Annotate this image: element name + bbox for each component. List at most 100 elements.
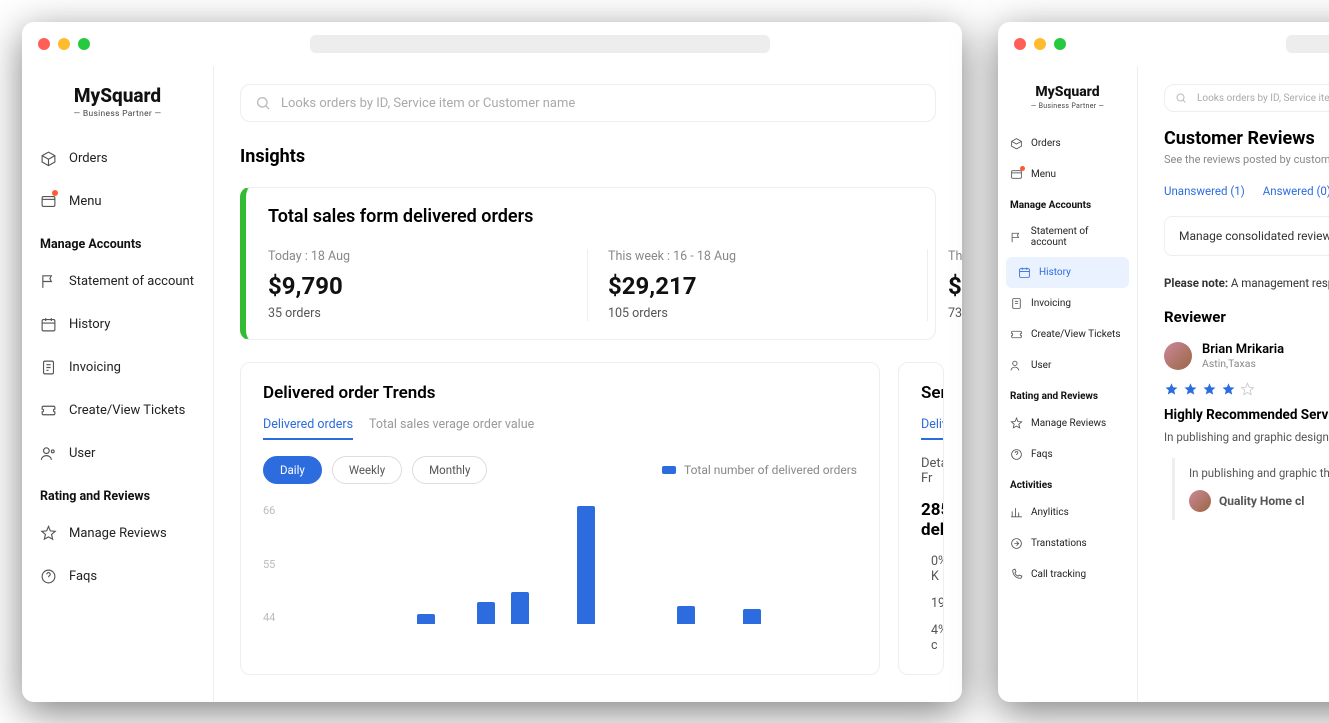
sidebar-item-manage-reviews[interactable]: Manage Reviews — [998, 408, 1137, 439]
sidebar-section-activities: Activities — [998, 470, 1137, 497]
reviewer-heading: Reviewer — [1164, 308, 1329, 326]
pct-text: 4% c — [931, 623, 944, 653]
app-window-reviews: MySquard — Business Partner — Orders Men… — [998, 22, 1329, 702]
sidebar-item-history[interactable]: History — [1006, 257, 1129, 288]
legend-label: Total number of delivered orders — [684, 463, 857, 477]
address-bar-placeholder — [310, 35, 770, 53]
nav-label: User — [69, 446, 95, 461]
sidebar-item-user[interactable]: User — [998, 350, 1137, 381]
note-text: Please note: A management resp posted ti… — [1164, 276, 1329, 290]
review-body: In publishing and graphic design, form o… — [1164, 429, 1329, 446]
service-card: Servic Delivered Details Fr 285 del 0% K… — [898, 362, 944, 675]
transfer-icon — [1010, 537, 1023, 550]
reply-author-row: Quality Home cl — [1189, 490, 1329, 512]
star-icon — [40, 525, 57, 542]
star-rating — [1164, 382, 1329, 397]
stat-sub: 105 orders — [608, 306, 907, 321]
nav-label: Orders — [1031, 138, 1061, 149]
main-content-reviews: Looks orders by ID, Service item or Cust… — [1138, 66, 1329, 702]
invoice-icon — [40, 359, 57, 376]
nav-label: Menu — [1031, 169, 1056, 180]
sidebar-item-call-tracking[interactable]: Call tracking — [998, 559, 1137, 590]
flag-icon — [1010, 231, 1023, 244]
ytick: 55 — [263, 558, 275, 571]
minimize-dot[interactable] — [1034, 38, 1046, 50]
sidebar-item-orders[interactable]: Orders — [22, 137, 213, 180]
nav-label: Invoicing — [1031, 298, 1071, 309]
tab-unanswered[interactable]: Unanswered (1) — [1164, 184, 1245, 198]
avatar — [1164, 342, 1192, 370]
range-selector: Daily Weekly Monthly — [263, 456, 487, 484]
bar — [477, 602, 495, 624]
avatar — [1189, 490, 1211, 512]
stat-label: This week : 16 - 18 Aug — [608, 249, 907, 264]
manage-reviews-box[interactable]: Manage consolidated reviews — [1164, 216, 1329, 256]
nav-label: User — [1031, 360, 1051, 371]
page-title: Insights — [240, 146, 936, 167]
close-dot[interactable] — [1014, 38, 1026, 50]
sidebar-item-tickets[interactable]: Create/View Tickets — [22, 389, 213, 432]
note-body: A management resp posted time — [1228, 276, 1329, 290]
maximize-dot[interactable] — [78, 38, 90, 50]
search-input[interactable]: Looks orders by ID, Service item or Cust… — [240, 84, 936, 122]
close-dot[interactable] — [38, 38, 50, 50]
sidebar-item-analytics[interactable]: Anylitics — [998, 497, 1137, 528]
sidebar-item-menu[interactable]: Menu — [998, 159, 1137, 190]
sidebar-item-manage-reviews[interactable]: Manage Reviews — [22, 512, 213, 555]
sidebar-item-statement[interactable]: Statement of account — [998, 217, 1137, 257]
reply-author-name: Quality Home cl — [1219, 494, 1304, 508]
sidebar-item-user[interactable]: User — [22, 432, 213, 475]
bar-chart: 66 55 44 — [263, 504, 857, 654]
sidebar-section-manage: Manage Accounts — [22, 223, 213, 260]
tab-answered[interactable]: Answered (0) — [1263, 184, 1329, 198]
page-subtitle: See the reviews posted by customer on — [1164, 153, 1329, 166]
flag-icon — [40, 273, 57, 290]
help-icon — [40, 568, 57, 585]
orders-icon — [40, 150, 57, 167]
tab-total-sales[interactable]: Total sales verage order value — [369, 417, 534, 440]
sidebar-item-tickets[interactable]: Create/View Tickets — [998, 319, 1137, 350]
bar — [577, 506, 595, 624]
nav-label: Statement of account — [69, 274, 194, 289]
sidebar-item-invoicing[interactable]: Invoicing — [22, 346, 213, 389]
stat-value: $29,217 — [608, 272, 907, 300]
sidebar-item-statement[interactable]: Statement of account — [22, 260, 213, 303]
note-label: Please note: — [1164, 276, 1228, 290]
window-controls — [1014, 38, 1066, 50]
orders-icon — [1010, 137, 1023, 150]
sidebar-item-faqs[interactable]: Faqs — [22, 555, 213, 598]
stat-label: Today : 18 Aug — [268, 249, 567, 264]
sidebar-item-faqs[interactable]: Faqs — [998, 439, 1137, 470]
search-input[interactable]: Looks orders by ID, Service item or Cust… — [1164, 84, 1329, 112]
maximize-dot[interactable] — [1054, 38, 1066, 50]
sidebar-item-invoicing[interactable]: Invoicing — [998, 288, 1137, 319]
brand: MySquard — Business Partner — — [998, 66, 1137, 120]
sidebar-item-menu[interactable]: Menu — [22, 180, 213, 223]
nav-label: History — [1039, 267, 1071, 278]
sidebar-item-transactions[interactable]: Transtations — [998, 528, 1137, 559]
sales-card-title: Total sales form delivered orders — [268, 206, 962, 227]
service-tab-delivered[interactable]: Delivered — [921, 417, 944, 440]
sidebar-item-orders[interactable]: Orders — [998, 128, 1137, 159]
stat-label: This month — [948, 249, 962, 264]
range-daily[interactable]: Daily — [263, 456, 322, 484]
stat-value: $1, — [948, 272, 962, 300]
sidebar-item-history[interactable]: History — [22, 303, 213, 346]
search-placeholder: Looks orders by ID, Service item or Cust… — [281, 96, 575, 111]
legend-swatch — [662, 466, 676, 474]
nav-label: Transtations — [1031, 538, 1087, 549]
chart-legend: Total number of delivered orders — [662, 463, 857, 477]
range-weekly[interactable]: Weekly — [332, 456, 402, 484]
range-monthly[interactable]: Monthly — [412, 456, 487, 484]
stat-sub: 736 — [948, 306, 962, 321]
search-icon — [255, 95, 271, 111]
phone-icon — [1010, 568, 1023, 581]
minimize-dot[interactable] — [58, 38, 70, 50]
help-icon — [1010, 448, 1023, 461]
user-icon — [1010, 359, 1023, 372]
bar — [677, 606, 695, 624]
brand-tagline: — Business Partner — — [1018, 102, 1117, 110]
tab-delivered-orders[interactable]: Delivered orders — [263, 417, 353, 440]
reply-body: In publishing and graphic the visual for… — [1189, 466, 1329, 480]
y-axis: 66 55 44 — [263, 504, 287, 624]
